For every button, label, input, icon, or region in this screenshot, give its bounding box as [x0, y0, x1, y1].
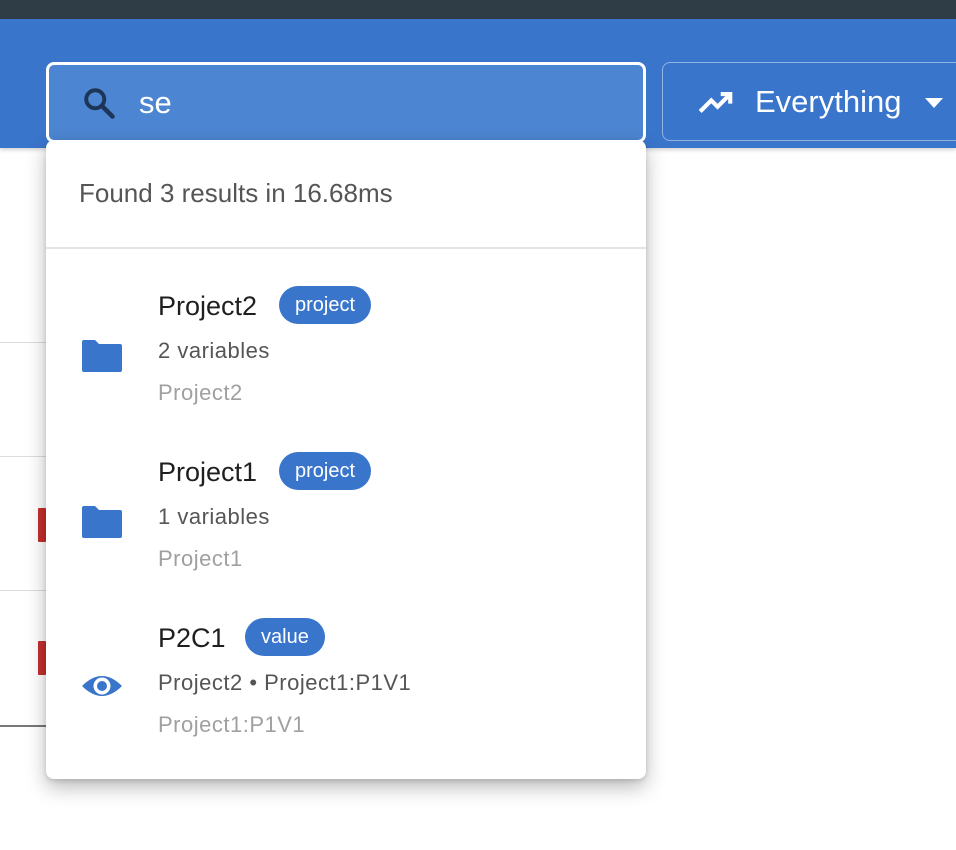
result-path: Project2: [158, 380, 243, 405]
background-row-divider: [0, 590, 46, 591]
background-divider: [0, 725, 46, 727]
eye-icon: [82, 676, 122, 696]
result-title: Project1: [158, 457, 258, 487]
result-title: Project2: [158, 291, 258, 321]
result-path: Project1: [158, 546, 243, 571]
background-row-divider: [0, 456, 46, 457]
background-row-divider: [0, 342, 46, 343]
trash-icon[interactable]: [38, 641, 46, 675]
app-bar: Everything: [0, 19, 956, 148]
result-title: P2C1: [158, 623, 226, 653]
result-subtitle: 1 variables: [158, 504, 270, 529]
scope-label: Everything: [755, 84, 902, 119]
search-results-dropdown: Found 3 results in 16.68ms Project2 proj…: [46, 140, 646, 779]
result-type-badge: value: [245, 618, 325, 656]
window-top-bar: [0, 0, 956, 19]
result-path: Project1:P1V1: [158, 712, 306, 737]
trending-up-icon: [698, 92, 733, 113]
result-type-badge: project: [279, 286, 372, 324]
trash-icon[interactable]: [38, 508, 46, 542]
results-summary: Found 3 results in 16.68ms: [79, 178, 393, 208]
folder-icon: [82, 340, 122, 372]
scope-dropdown-button[interactable]: Everything: [662, 62, 956, 141]
search-box[interactable]: [46, 62, 646, 143]
folder-icon: [82, 506, 122, 538]
result-subtitle: 2 variables: [158, 338, 270, 363]
result-subtitle: Project2 • Project1:P1V1: [158, 670, 412, 695]
search-result-item[interactable]: P2C1 value Project2 • Project1:P1V1 Proj…: [46, 612, 646, 778]
search-icon: [84, 88, 115, 119]
result-type-badge: project: [279, 452, 372, 490]
search-result-item[interactable]: Project1 project 1 variables Project1: [46, 446, 646, 612]
chevron-down-icon: [925, 98, 943, 108]
search-input[interactable]: [139, 65, 619, 140]
search-result-item[interactable]: Project2 project 2 variables Project2: [46, 280, 646, 446]
divider: [46, 247, 646, 249]
